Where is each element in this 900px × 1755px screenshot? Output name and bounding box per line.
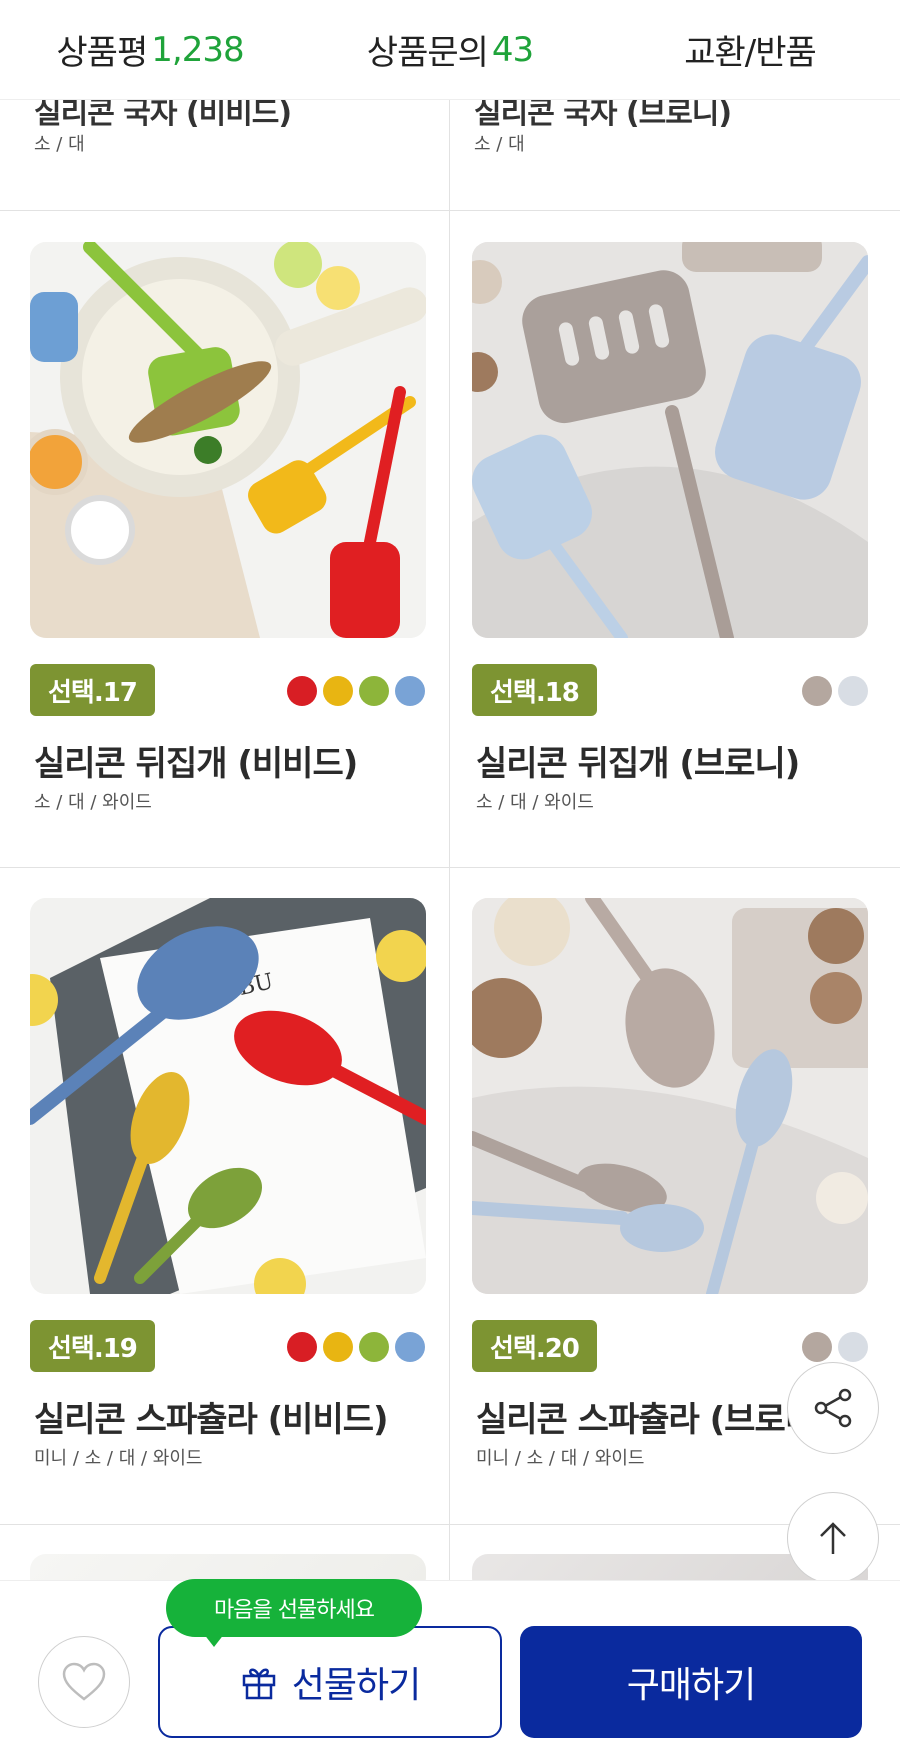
color-swatch	[323, 1332, 353, 1362]
buy-button[interactable]: 구매하기	[520, 1626, 862, 1738]
turner-vivid-photo	[30, 242, 426, 638]
color-swatch	[838, 1332, 868, 1362]
tab-bar: 상품평 1,238 상품문의 43 교환/반품	[0, 0, 900, 100]
arrow-up-icon	[820, 1522, 846, 1554]
color-swatch	[359, 1332, 389, 1362]
product-sizes: 소 / 대	[474, 134, 525, 155]
share-icon	[814, 1388, 852, 1428]
tab-reviews[interactable]: 상품평 1,238	[0, 0, 300, 99]
product-image[interactable]	[30, 242, 426, 638]
option-badge: 선택.17	[30, 664, 155, 716]
color-swatch	[323, 676, 353, 706]
color-swatch	[287, 1332, 317, 1362]
color-swatch	[395, 676, 425, 706]
product-sizes: 소 / 대 / 와이드	[34, 792, 152, 813]
product-title[interactable]: 실리콘 뒤집개 (비비드)	[34, 736, 358, 785]
color-swatches	[287, 1332, 425, 1362]
product-title[interactable]: 실리콘 스파츌라 (브로니)	[476, 1392, 831, 1441]
product-image[interactable]: MALIBU	[30, 898, 426, 1294]
product-image[interactable]	[472, 242, 868, 638]
product-sizes: 미니 / 소 / 대 / 와이드	[34, 1448, 203, 1469]
product-sizes: 소 / 대	[34, 134, 85, 155]
color-swatch	[802, 1332, 832, 1362]
color-swatch	[359, 676, 389, 706]
tab-inquiries[interactable]: 상품문의 43	[300, 0, 600, 99]
option-badge: 선택.19	[30, 1320, 155, 1372]
tab-reviews-count: 1,238	[151, 29, 244, 70]
product-page: 상품평 1,238 상품문의 43 교환/반품 실리콘 국자 (비비드) 실리콘 국…	[0, 0, 900, 1755]
color-swatches	[802, 676, 868, 706]
tab-inquiries-count: 43	[491, 29, 534, 70]
tab-reviews-label: 상품평	[56, 33, 148, 73]
color-swatch	[287, 676, 317, 706]
product-title[interactable]: 실리콘 뒤집개 (브로니)	[476, 736, 800, 785]
scroll-top-button[interactable]	[787, 1492, 879, 1584]
bottom-action-bar: 마음을 선물하세요 선물하기 구매하기	[0, 1579, 900, 1755]
buy-button-label: 구매하기	[626, 1665, 756, 1706]
gift-button-label: 선물하기	[291, 1665, 421, 1706]
heart-icon	[62, 1662, 106, 1701]
grid-divider	[0, 1524, 900, 1525]
grid-divider-vertical	[449, 100, 450, 1580]
color-swatch	[802, 676, 832, 706]
wishlist-button[interactable]	[38, 1636, 130, 1728]
color-swatches	[287, 676, 425, 706]
option-badge: 선택.18	[472, 664, 597, 716]
gift-tooltip-tail	[200, 1629, 228, 1647]
turner-bronie-photo	[472, 242, 868, 638]
color-swatch	[838, 676, 868, 706]
product-sizes: 소 / 대 / 와이드	[476, 792, 594, 813]
product-title[interactable]: 실리콘 스파츌라 (비비드)	[34, 1392, 389, 1441]
spatula-bronie-photo	[472, 898, 868, 1294]
gift-icon	[242, 1668, 275, 1700]
tab-exchange-label: 교환/반품	[684, 33, 817, 73]
grid-divider	[0, 867, 900, 868]
tab-exchange-return[interactable]: 교환/반품	[600, 0, 900, 99]
option-badge: 선택.20	[472, 1320, 597, 1372]
product-image[interactable]	[472, 898, 868, 1294]
tab-inquiries-label: 상품문의	[366, 33, 489, 73]
product-sizes: 미니 / 소 / 대 / 와이드	[476, 1448, 645, 1469]
grid-divider	[0, 210, 900, 211]
color-swatch	[395, 1332, 425, 1362]
spatula-vivid-photo: MALIBU	[30, 898, 426, 1294]
color-swatches	[802, 1332, 868, 1362]
share-button[interactable]	[787, 1362, 879, 1454]
